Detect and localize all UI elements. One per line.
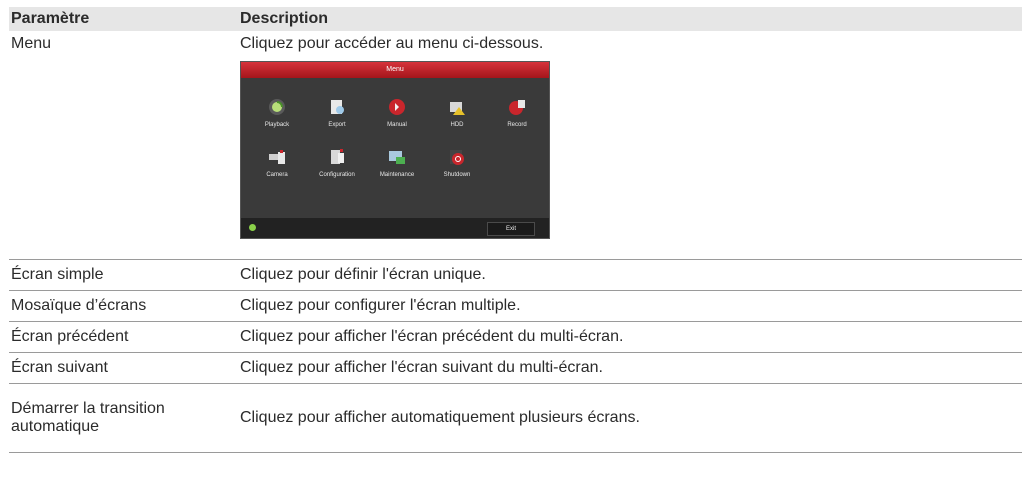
param-cell: Écran précédent: [9, 321, 238, 353]
menu-item-shutdown[interactable]: Shutdown: [427, 148, 487, 178]
parameter-table: Paramètre Description Menu Cliquez pour …: [9, 7, 1022, 453]
param-cell: Mosaïque d’écrans: [9, 290, 238, 322]
table-row: Démarrer la transition automatique Cliqu…: [9, 383, 1022, 453]
manual-icon: [388, 98, 406, 116]
table-header-row: Paramètre Description: [9, 7, 1022, 31]
menu-item-label: Playback: [264, 122, 290, 128]
menu-item-playback[interactable]: Playback: [247, 98, 307, 128]
menu-item-label: Export: [328, 122, 346, 128]
menu-screenshot: Menu Playback Export Manual HDD Record C…: [240, 61, 550, 239]
desc-cell: Cliquez pour afficher l'écran suivant du…: [238, 352, 1022, 384]
shutdown-icon: [448, 148, 466, 166]
menu-item-configuration[interactable]: Configuration: [307, 148, 367, 178]
table-row: Écran simple Cliquez pour définir l'écra…: [9, 259, 1022, 291]
exit-button[interactable]: Exit: [487, 222, 535, 236]
desc-cell: Cliquez pour accéder au menu ci-dessous.…: [238, 31, 1022, 260]
menu-grid: Playback Export Manual HDD Record Camera…: [241, 78, 549, 218]
hdd-icon: [448, 98, 466, 116]
desc-cell: Cliquez pour définir l'écran unique.: [238, 259, 1022, 291]
table-row: Mosaïque d’écrans Cliquez pour configure…: [9, 290, 1022, 322]
param-cell: Écran simple: [9, 259, 238, 291]
document-page: Paramètre Description Menu Cliquez pour …: [0, 0, 1031, 480]
param-cell: Démarrer la transition automatique: [9, 383, 238, 453]
menu-item-hdd[interactable]: HDD: [427, 98, 487, 128]
param-cell: Écran suivant: [9, 352, 238, 384]
param-cell: Menu: [9, 31, 238, 260]
menu-item-label: Shutdown: [443, 172, 471, 178]
camera-icon: [268, 148, 286, 166]
table-row: Écran suivant Cliquez pour afficher l'éc…: [9, 352, 1022, 384]
export-icon: [328, 98, 346, 116]
menu-item-label: Configuration: [319, 172, 355, 178]
menu-item-record[interactable]: Record: [487, 98, 547, 128]
menu-item-manual[interactable]: Manual: [367, 98, 427, 128]
menu-title-bar: Menu: [241, 62, 549, 78]
menu-item-maintenance[interactable]: Maintenance: [367, 148, 427, 178]
desc-cell: Cliquez pour afficher automatiquement pl…: [238, 383, 1022, 453]
table-row: Menu Cliquez pour accéder au menu ci-des…: [9, 31, 1022, 260]
header-description: Description: [238, 7, 1022, 31]
desc-text: Cliquez pour accéder au menu ci-dessous.: [240, 35, 544, 52]
menu-item-label: Maintenance: [379, 172, 415, 178]
menu-item-label: HDD: [450, 122, 464, 128]
header-parameter: Paramètre: [9, 7, 238, 31]
status-indicator-icon: [249, 224, 256, 231]
maintenance-icon: [388, 148, 406, 166]
playback-icon: [268, 98, 286, 116]
menu-item-label: Camera: [266, 172, 288, 178]
table-row: Écran précédent Cliquez pour afficher l'…: [9, 321, 1022, 353]
menu-item-label: Manual: [387, 122, 407, 128]
configuration-icon: [328, 148, 346, 166]
desc-cell: Cliquez pour configurer l'écran multiple…: [238, 290, 1022, 322]
menu-item-camera[interactable]: Camera: [247, 148, 307, 178]
menu-footer: Exit: [241, 218, 549, 238]
record-icon: [508, 98, 526, 116]
desc-cell: Cliquez pour afficher l'écran précédent …: [238, 321, 1022, 353]
menu-item-label: Record: [507, 122, 527, 128]
menu-item-export[interactable]: Export: [307, 98, 367, 128]
